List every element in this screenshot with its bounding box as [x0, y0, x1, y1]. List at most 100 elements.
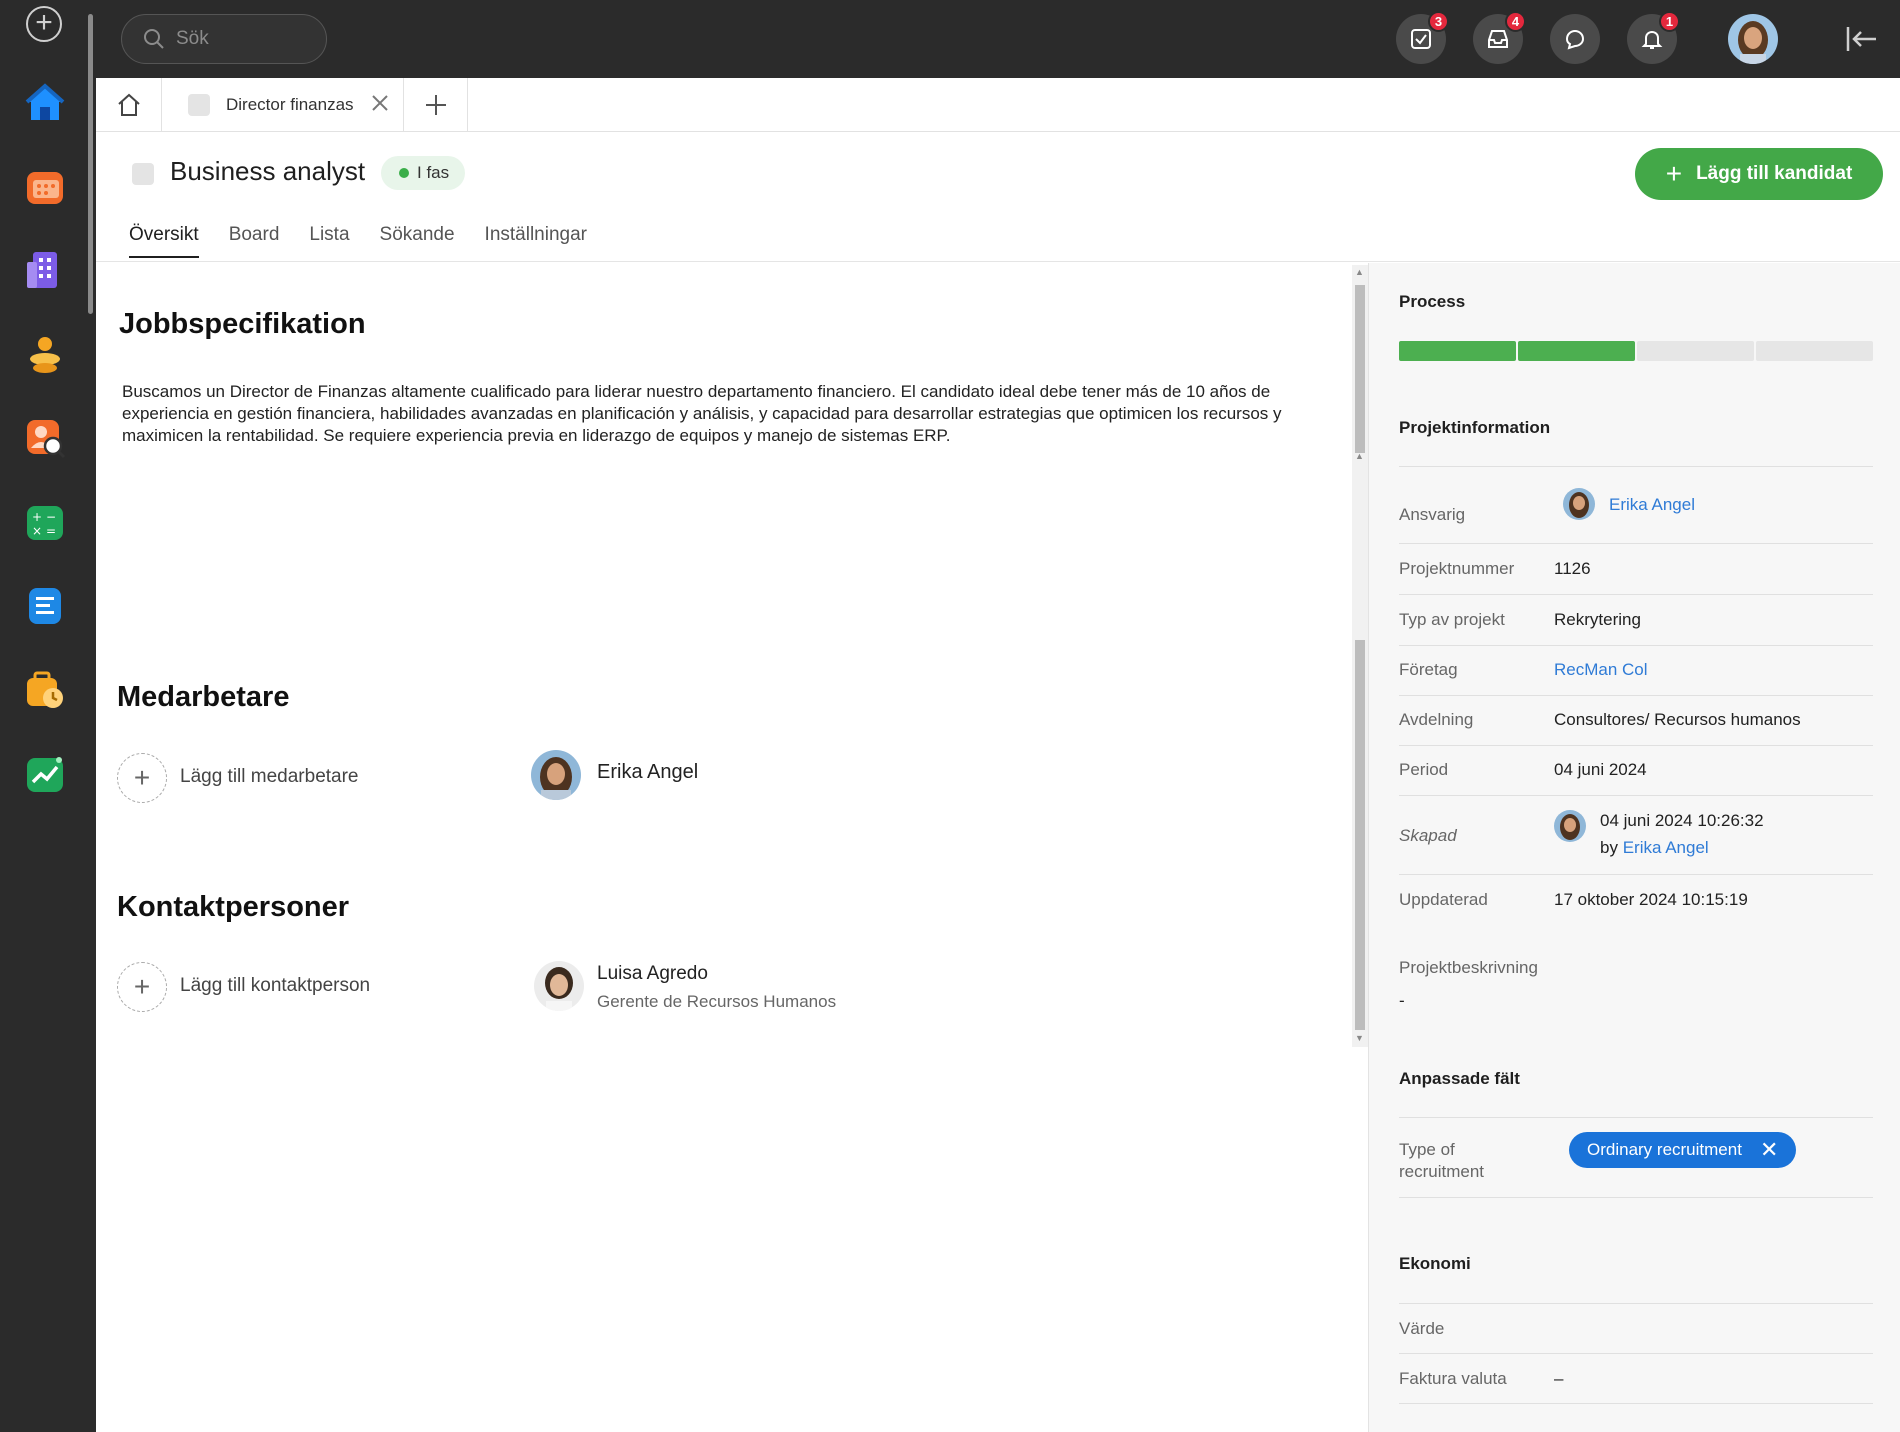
close-tab-icon[interactable]: [370, 93, 390, 118]
top-bar: Sök 3 4 1: [96, 0, 1900, 78]
invoice-currency-label: Faktura valuta: [1399, 1369, 1507, 1388]
dept-value: Consultores/ Recursos humanos: [1554, 710, 1801, 729]
inbox-button[interactable]: 4: [1473, 11, 1526, 64]
scroll-down-icon[interactable]: ▼: [1355, 1033, 1364, 1043]
created-by-prefix: by: [1600, 838, 1618, 857]
process-step-segment: [1637, 341, 1754, 361]
created-label: Skapad: [1399, 826, 1457, 845]
search-icon: [144, 29, 164, 49]
reports-app-icon[interactable]: [21, 750, 69, 798]
economy-title: Ekonomi: [1399, 1254, 1471, 1273]
calculator-app-icon[interactable]: + − × =: [21, 498, 69, 546]
description-value: -: [1399, 991, 1405, 1010]
creator-avatar: [1554, 810, 1586, 842]
recruitment-type-chip[interactable]: Ordinary recruitment ✕: [1569, 1132, 1797, 1168]
tasks-check-icon: [1411, 29, 1431, 49]
plus-icon: +: [1665, 158, 1683, 189]
notifications-badge: 1: [1659, 11, 1680, 32]
company-link[interactable]: RecMan Col: [1554, 660, 1648, 680]
coworkers-heading: Medarbetare: [117, 681, 290, 713]
contacts-app-icon[interactable]: [21, 330, 69, 378]
scrollbar-thumb-lower[interactable]: [1355, 640, 1365, 1030]
svg-text:=: =: [46, 524, 56, 538]
home-icon: [117, 93, 140, 116]
home-app-icon[interactable]: [21, 78, 69, 126]
add-coworker-link[interactable]: Lägg till medarbetare: [180, 766, 359, 788]
process-step-segment: [1756, 341, 1873, 361]
process-title: Process: [1399, 292, 1466, 311]
tab-lista[interactable]: Lista: [309, 224, 349, 258]
contacts-heading: Kontaktpersoner: [117, 891, 350, 923]
home-tab[interactable]: [96, 78, 162, 132]
responsible-avatar: [1563, 488, 1595, 520]
search-input[interactable]: Sök: [121, 14, 327, 64]
type-label: Typ av projekt: [1399, 610, 1505, 629]
coworker-avatar: [531, 750, 581, 800]
plus-icon: [425, 95, 446, 115]
search-placeholder: Sök: [176, 28, 209, 49]
inbox-badge: 4: [1505, 11, 1526, 32]
create-new-icon[interactable]: +: [26, 6, 62, 42]
rail-scrollbar[interactable]: [88, 14, 93, 314]
chip-label: Ordinary recruitment: [1587, 1140, 1742, 1159]
scroll-up-icon[interactable]: ▲: [1355, 267, 1364, 277]
add-contact-link[interactable]: Lägg till kontaktperson: [180, 975, 370, 997]
page-title: Business analyst: [170, 156, 366, 186]
inbox-icon: [1488, 30, 1508, 48]
project-checkbox[interactable]: [132, 163, 154, 185]
created-by-link[interactable]: Erika Angel: [1623, 838, 1709, 857]
add-candidate-button[interactable]: + Lägg till kandidat: [1635, 148, 1883, 200]
tab-sokande[interactable]: Sökande: [380, 224, 455, 258]
tasks-button[interactable]: 3: [1396, 11, 1449, 64]
add-contact-icon[interactable]: +: [117, 962, 167, 1012]
coworker-name[interactable]: Erika Angel: [597, 761, 698, 784]
add-tab-button[interactable]: [404, 78, 468, 132]
user-avatar[interactable]: [1728, 14, 1778, 64]
remove-chip-icon[interactable]: ✕: [1760, 1137, 1778, 1163]
collapse-panel-icon[interactable]: [1844, 22, 1878, 61]
created-by: by Erika Angel: [1600, 838, 1709, 858]
process-progress-bar: [1399, 341, 1873, 361]
companies-app-icon[interactable]: [21, 246, 69, 294]
value-label: Värde: [1399, 1319, 1445, 1338]
responsible-link[interactable]: Erika Angel: [1609, 495, 1695, 515]
process-step-segment: [1518, 341, 1635, 361]
contact-role: Gerente de Recursos Humanos: [597, 992, 837, 1011]
svg-text:−: −: [46, 510, 56, 524]
add-candidate-label: Lägg till kandidat: [1696, 163, 1853, 184]
project-subnav: Översikt Board Lista Sökande Inställning…: [129, 224, 617, 258]
svg-text:×: ×: [32, 524, 42, 538]
overview-content: Jobbspecifikation Buscamos un Director d…: [96, 263, 1368, 1053]
tab-board[interactable]: Board: [229, 224, 280, 258]
process-step-segment: [1399, 341, 1516, 361]
calendar-app-icon[interactable]: [21, 162, 69, 210]
scroll-marker-icon: ▲: [1355, 451, 1364, 461]
timesheet-app-icon[interactable]: [21, 666, 69, 714]
custom-fields-title: Anpassade fält: [1399, 1069, 1520, 1088]
job-spec-heading: Jobbspecifikation: [119, 308, 366, 340]
created-value: 04 juni 2024 10:26:32: [1600, 811, 1764, 830]
candidate-search-app-icon[interactable]: [21, 414, 69, 462]
tab-oversikt[interactable]: Översikt: [129, 224, 199, 258]
scrollbar-thumb[interactable]: [1355, 285, 1365, 453]
chat-button[interactable]: [1550, 14, 1600, 64]
project-info-panel: Process Projektinformation Ansvarig Erik…: [1368, 263, 1900, 1432]
tasks-badge: 3: [1428, 11, 1449, 32]
documents-app-icon[interactable]: [21, 582, 69, 630]
projnum-value: 1126: [1554, 559, 1591, 578]
add-coworker-icon[interactable]: +: [117, 753, 167, 803]
tab-installningar[interactable]: Inställningar: [485, 224, 587, 258]
tab-director-finanzas[interactable]: Director finanzas: [162, 78, 404, 132]
responsible-label: Ansvarig: [1399, 505, 1466, 524]
dept-label: Avdelning: [1399, 710, 1474, 729]
invoice-currency-value: –: [1554, 1369, 1564, 1388]
custom-field-label: Type of recruitment: [1399, 1140, 1485, 1181]
contact-avatar: [534, 961, 584, 1011]
content-scrollbar[interactable]: ▲ ▲ ▼: [1352, 265, 1368, 1047]
updated-value: 17 oktober 2024 10:15:19: [1554, 890, 1748, 909]
phase-badge[interactable]: I fas: [381, 156, 466, 190]
description-label: Projektbeskrivning: [1399, 958, 1538, 977]
notifications-button[interactable]: 1: [1627, 11, 1680, 64]
contact-name[interactable]: Luisa Agredo: [597, 963, 708, 985]
project-header: Business analyst I fas + Lägg till kandi…: [96, 132, 1900, 262]
